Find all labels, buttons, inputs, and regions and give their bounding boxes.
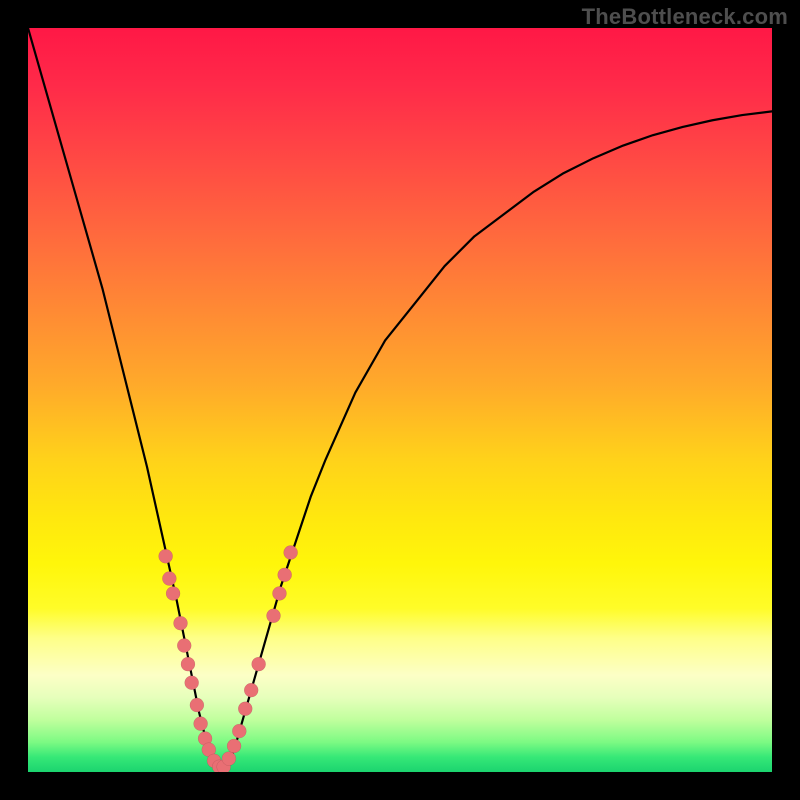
watermark-text: TheBottleneck.com <box>582 4 788 30</box>
plot-area <box>28 28 772 772</box>
chart-frame: TheBottleneck.com <box>0 0 800 800</box>
gradient-background <box>28 28 772 772</box>
